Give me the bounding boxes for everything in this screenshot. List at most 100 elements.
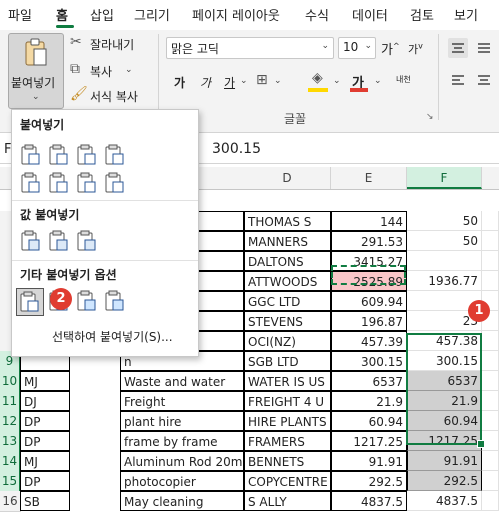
cell-empty[interactable] [482,411,499,431]
cell-empty[interactable] [482,491,499,511]
cell-amount[interactable]: 6537 [331,371,407,391]
keep-column-widths-icon[interactable] [48,172,70,194]
row-header[interactable]: 11 [0,391,21,412]
paste-icon[interactable] [20,144,42,166]
align-middle-button[interactable] [474,38,494,58]
cell-amount[interactable]: 1217.25 [331,431,407,451]
cell-pasted-value[interactable]: 50 [407,231,482,251]
row-header[interactable]: 14 [0,451,21,472]
paste-formatting-icon[interactable] [19,291,41,313]
cell-pasted-value[interactable]: 1936.77 [407,271,482,291]
cell-supplier[interactable]: STEVENS [244,311,331,331]
chevron-down-icon[interactable]: ⌄ [333,76,341,86]
no-borders-icon[interactable] [20,172,42,194]
transpose-icon[interactable] [76,172,98,194]
underline-button[interactable]: 가 [224,74,235,91]
cell-supplier[interactable]: DALTONS [244,251,331,271]
italic-button[interactable]: 가 [200,74,211,91]
cell-amount[interactable]: 292.5 [331,471,407,491]
cell-supplier[interactable]: FREIGHT 4 U [244,391,331,411]
align-left-button[interactable] [448,70,468,90]
paste-button[interactable]: 붙여넣기 ⌄ [8,33,64,109]
format-painter-icon[interactable]: 🖌 [70,86,88,102]
cell-amount[interactable]: 4837.5 [331,491,407,511]
paste-values-source-format-icon[interactable] [76,230,98,252]
cell-amount[interactable]: 144 [331,211,407,231]
paste-link-icon[interactable] [104,172,126,194]
cell-pasted-value[interactable] [407,251,482,271]
cell-amount[interactable]: 291.53 [331,231,407,251]
row-header[interactable]: 10 [0,371,21,392]
cell-description[interactable]: Freight [120,391,244,411]
cell-amount[interactable]: 457.39 [331,331,407,351]
border-icon[interactable]: ⊞ [256,72,268,88]
cell-supplier[interactable]: FRAMERS [244,431,331,451]
cell-amount[interactable]: 91.91 [331,451,407,471]
cell-empty[interactable] [482,271,499,291]
fill-color-icon[interactable]: ◈ [312,70,323,86]
cell-category[interactable]: DP [20,431,70,451]
cell-supplier[interactable]: HIRE PLANTS [244,411,331,431]
chevron-down-icon[interactable]: ⌄ [240,76,248,86]
formula-input[interactable]: 300.15 [212,141,261,157]
tab-formulas[interactable]: 수식 [305,5,329,24]
font-name-select[interactable]: 맑은 고딕 ⌄ [166,37,334,59]
paste-values-icon[interactable] [20,230,42,252]
phonetic-button[interactable]: 내천 [396,74,411,85]
row-header[interactable]: 13 [0,431,21,452]
align-center-button[interactable] [474,70,494,90]
cell-supplier[interactable]: THOMAS S [244,211,331,231]
cell-empty[interactable] [482,211,499,231]
cell-pasted-value[interactable]: 50 [407,211,482,231]
paste-picture-icon[interactable] [76,290,98,312]
cell-description[interactable]: photocopier [120,471,244,491]
tab-insert[interactable]: 삽입 [90,5,114,24]
align-top-button[interactable] [448,38,468,58]
cell-supplier[interactable]: MANNERS [244,231,331,251]
font-size-select[interactable]: 10 ⌄ [338,37,376,59]
cell-amount[interactable]: 300.15 [331,351,407,371]
cell-pasted-value[interactable]: 91.91 [407,451,482,471]
grow-font-button[interactable]: 가^ [381,39,400,58]
keep-source-formatting-icon[interactable] [104,144,126,166]
cell-supplier[interactable]: ATTWOODS [244,271,331,291]
cell-amount[interactable]: 21.9 [331,391,407,411]
row-header[interactable]: 16 [0,491,21,512]
tab-page-layout[interactable]: 페이지 레이아웃 [192,5,280,24]
paste-formatting-button[interactable] [16,288,44,316]
row-header[interactable]: 15 [0,471,21,492]
column-header-d[interactable]: D [244,167,331,189]
cell-description[interactable]: plant hire [120,411,244,431]
paste-values-number-format-icon[interactable] [48,230,70,252]
tab-home[interactable]: 홈 [56,5,68,24]
cell-amount[interactable]: 60.94 [331,411,407,431]
chevron-down-icon[interactable]: ⌄ [125,65,133,75]
cell-empty[interactable] [482,451,499,471]
cell-category[interactable]: SB [20,491,70,511]
cell-empty[interactable] [482,251,499,271]
cell-pasted-value[interactable]: 292.5 [407,471,482,491]
cell-category[interactable]: DP [20,411,70,431]
scissors-icon[interactable]: ✂ [70,34,82,50]
cell-pasted-value[interactable]: 4837.5 [407,491,482,511]
column-header-g[interactable] [482,167,499,189]
tab-view[interactable]: 보기 [454,5,478,24]
cell-category[interactable]: DJ [20,391,70,411]
copy-icon[interactable]: ⧉ [70,61,80,77]
cell-empty[interactable] [482,471,499,491]
cell-supplier[interactable]: SGB LTD [244,351,331,371]
cut-label[interactable]: 잘라내기 [90,36,134,53]
linked-picture-icon[interactable] [104,290,126,312]
copy-label[interactable]: 복사 [90,63,112,80]
cell-empty[interactable] [482,371,499,391]
paste-special-menu-item[interactable]: 선택하여 붙여넣기(S)... [52,328,173,345]
paste-formulas-icon[interactable] [48,144,70,166]
cell-empty[interactable] [482,331,499,351]
chevron-down-icon[interactable]: ⌄ [374,76,382,86]
cell-supplier[interactable]: BENNETS [244,451,331,471]
tab-data[interactable]: 데이터 [352,5,388,24]
cell-empty[interactable] [482,231,499,251]
cell-supplier[interactable]: OCI(NZ) [244,331,331,351]
paste-formulas-number-format-icon[interactable] [76,144,98,166]
cell-description[interactable]: Aluminum Rod 20m [120,451,244,471]
